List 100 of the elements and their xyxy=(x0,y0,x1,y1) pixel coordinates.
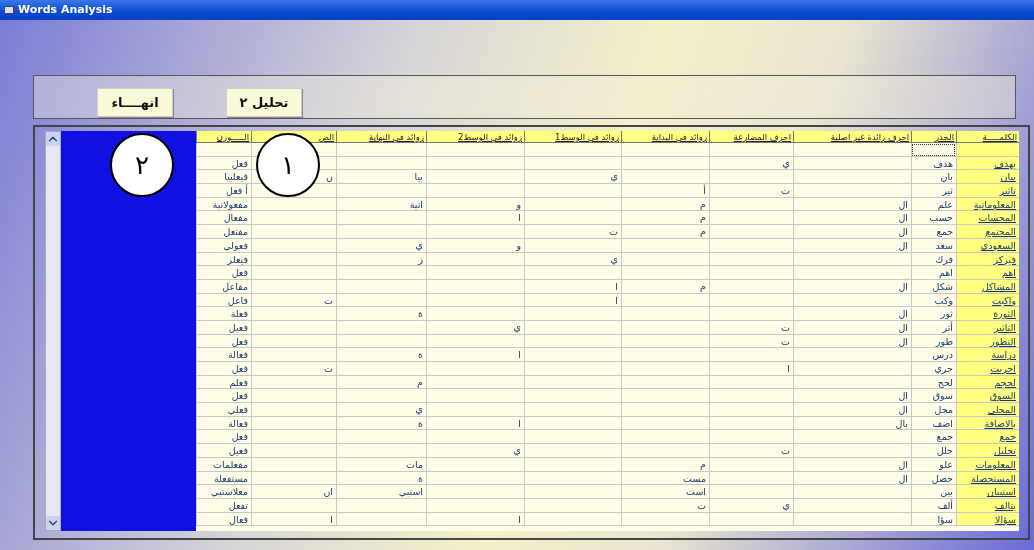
table-cell: ت xyxy=(709,320,793,335)
table-cell: أ xyxy=(621,184,709,198)
table-cell: ا xyxy=(524,293,621,308)
table-cell: ال xyxy=(793,457,911,472)
word-cell: بيان xyxy=(956,170,1019,185)
table-cell: مفعلمات xyxy=(196,457,251,472)
table-cell: اتية xyxy=(336,197,426,212)
word-cell: جمع xyxy=(956,430,1019,445)
table-cell: درس xyxy=(911,348,956,362)
table-cell: فيعلبيا xyxy=(196,170,251,185)
table-cell: فعالة xyxy=(196,348,251,362)
table-cell: علو xyxy=(911,457,956,472)
table-cell: و xyxy=(426,197,524,212)
table-cell: ة xyxy=(336,307,426,321)
word-cell: استبيان xyxy=(956,485,1019,499)
table-cell: ز xyxy=(336,252,426,267)
table-cell: اهم xyxy=(911,266,956,280)
word-cell: المجتمع xyxy=(956,225,1019,239)
table-cell: بال xyxy=(793,416,911,431)
table-cell: ال xyxy=(793,334,911,349)
word-cell: الثورة xyxy=(956,307,1019,321)
table-cell: وكب xyxy=(911,293,956,308)
table-cell: محل xyxy=(911,403,956,417)
table-cell: م xyxy=(621,197,709,212)
table-cell: فعل xyxy=(196,266,251,280)
table-cell: م xyxy=(621,279,709,294)
action-button[interactable]: تحليل ٢ xyxy=(226,88,302,117)
window-icon xyxy=(4,6,14,14)
table-cell: مستفعلة xyxy=(196,471,251,486)
table-cell: معلاستبي xyxy=(196,485,251,499)
table-cell: فعل xyxy=(196,362,251,376)
table-cell: و xyxy=(426,238,524,253)
table-cell: ت xyxy=(621,498,709,513)
table-cell: ت xyxy=(709,184,793,198)
column-header[interactable]: احرف المضارعة xyxy=(709,131,793,143)
table-cell: م xyxy=(336,375,426,390)
action-button[interactable]: انهــــاء xyxy=(97,88,173,117)
table-cell: است xyxy=(621,485,709,499)
table-cell: مست xyxy=(621,471,709,486)
scrollbar[interactable] xyxy=(45,131,61,531)
word-cell: المحساب xyxy=(956,211,1019,226)
table-cell: ا xyxy=(426,348,524,362)
table-cell: طور xyxy=(911,334,956,349)
column-header[interactable]: الكلمـــــة xyxy=(956,131,1019,143)
table-cell: بيا xyxy=(336,170,426,185)
table-cell: ال xyxy=(793,225,911,239)
table-cell: علم xyxy=(911,197,956,212)
column-header[interactable]: زوائد في البداية xyxy=(621,131,709,143)
table-cell: تفعل xyxy=(196,498,251,513)
table-cell: ال xyxy=(793,403,911,417)
column-header[interactable]: زوائد في الوسط1 xyxy=(524,131,621,143)
table-cell: ي xyxy=(709,498,793,513)
table-cell: ال xyxy=(793,197,911,212)
table-cell: ا xyxy=(524,279,621,294)
table-cell: حسب xyxy=(911,211,956,226)
table-cell: شكل xyxy=(911,279,956,294)
table-cell: مفعال xyxy=(196,211,251,226)
table-cell: ت xyxy=(709,444,793,458)
table-cell: ة xyxy=(336,348,426,362)
table-cell xyxy=(196,143,251,157)
column-header[interactable]: الـــــوزن xyxy=(196,131,251,143)
table-cell: ال xyxy=(793,238,911,253)
word-cell xyxy=(956,143,1019,157)
column-header[interactable]: الجذر xyxy=(911,131,956,143)
table-cell: مفاعل xyxy=(196,279,251,294)
word-cell: دراسة xyxy=(956,348,1019,362)
table-cell: ا xyxy=(426,416,524,431)
table-cell: استبي xyxy=(336,485,426,499)
table-cell: مفتعل xyxy=(196,225,251,239)
table-cell: فاعل xyxy=(196,293,251,308)
table-cell: ال xyxy=(793,279,911,294)
table-cell: فعلي xyxy=(196,403,251,417)
table-cell: ال xyxy=(793,389,911,404)
table-cell: حصل xyxy=(911,471,956,486)
table-cell: ا xyxy=(251,512,336,527)
table-cell: فعل xyxy=(196,156,251,171)
table-cell: ي xyxy=(524,170,621,185)
table-cell: فعال xyxy=(196,512,251,527)
table-cell: فيعلز xyxy=(196,252,251,267)
word-cell: اهم xyxy=(956,266,1019,280)
table-cell: فعل xyxy=(196,334,251,349)
column-header[interactable]: زوائد في النهاية xyxy=(336,131,426,143)
table-cell: ي xyxy=(426,444,524,458)
word-cell: اجريت xyxy=(956,362,1019,376)
table-cell: ألف xyxy=(911,498,956,513)
table-cell: ا xyxy=(709,362,793,376)
table-cell: ال xyxy=(793,320,911,335)
table-cell: ة xyxy=(336,416,426,431)
table-cell: ا xyxy=(426,512,524,527)
table-cell: م xyxy=(621,211,709,226)
scroll-up-icon[interactable] xyxy=(46,132,60,146)
table-cell: جري xyxy=(911,362,956,376)
window-title: Words Analysis xyxy=(18,1,113,18)
column-header[interactable]: احرف زائدة غير اصلية xyxy=(793,131,911,143)
table-cell: ا xyxy=(426,211,524,226)
table-cell: بين xyxy=(911,485,956,499)
column-header[interactable]: زوائد في الوسط2 xyxy=(426,131,524,143)
scroll-down-icon[interactable] xyxy=(46,516,60,530)
table-cell: ال xyxy=(793,471,911,486)
table-cell: سوق xyxy=(911,389,956,404)
